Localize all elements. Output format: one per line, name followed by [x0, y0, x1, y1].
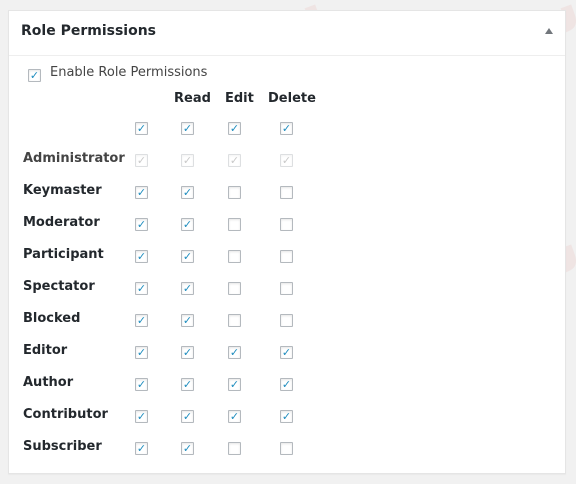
role-delete-checkbox[interactable]: ✓ — [280, 378, 293, 391]
checkmark-icon: ✓ — [281, 378, 292, 391]
checkmark-icon: ✓ — [136, 442, 147, 455]
checkmark-icon: ✓ — [182, 122, 193, 135]
checkmark-icon: ✓ — [182, 282, 193, 295]
role-label: Participant — [23, 247, 104, 262]
role-label: Administrator — [23, 151, 125, 166]
role-label: Author — [23, 375, 74, 390]
role-delete-checkbox[interactable] — [280, 186, 293, 199]
checkmark-icon: ✓ — [229, 378, 240, 391]
checkmark-icon: ✓ — [229, 122, 240, 135]
role-label: Editor — [23, 343, 68, 358]
checkmark-icon: ✓ — [281, 346, 292, 359]
role-read-checkbox[interactable]: ✓ — [181, 186, 194, 199]
role-select-checkbox[interactable]: ✓ — [135, 442, 148, 455]
checkmark-icon: ✓ — [29, 69, 40, 82]
role-select-checkbox[interactable]: ✓ — [135, 378, 148, 391]
role-read-checkbox[interactable]: ✓ — [181, 378, 194, 391]
checkmark-icon: ✓ — [182, 410, 193, 423]
role-label: Blocked — [23, 311, 81, 326]
role-label: Moderator — [23, 215, 100, 230]
column-header-delete: Delete — [268, 91, 316, 106]
role-delete-checkbox[interactable] — [280, 218, 293, 231]
checkmark-icon: ✓ — [182, 154, 193, 167]
role-select-checkbox[interactable]: ✓ — [135, 186, 148, 199]
checkmark-icon: ✓ — [281, 154, 292, 167]
checkmark-icon: ✓ — [229, 154, 240, 167]
role-delete-checkbox[interactable]: ✓ — [280, 410, 293, 423]
role-delete-checkbox[interactable] — [280, 442, 293, 455]
checkmark-icon: ✓ — [229, 346, 240, 359]
role-label: Subscriber — [23, 439, 102, 454]
checkmark-icon: ✓ — [182, 314, 193, 327]
role-read-checkbox[interactable]: ✓ — [181, 410, 194, 423]
role-delete-checkbox[interactable] — [280, 250, 293, 263]
role-edit-checkbox[interactable] — [228, 218, 241, 231]
role-select-checkbox[interactable]: ✓ — [135, 250, 148, 263]
checkmark-icon: ✓ — [182, 250, 193, 263]
checkmark-icon: ✓ — [136, 346, 147, 359]
role-edit-checkbox[interactable] — [228, 186, 241, 199]
checkmark-icon: ✓ — [136, 250, 147, 263]
select-all-edit-checkbox[interactable]: ✓ — [228, 122, 241, 135]
role-permissions-metabox: Role Permissions ✓ Enable Role Permissio… — [8, 10, 566, 474]
role-edit-checkbox[interactable] — [228, 314, 241, 327]
role-edit-checkbox: ✓ — [228, 154, 241, 167]
checkmark-icon: ✓ — [136, 186, 147, 199]
role-select-checkbox[interactable]: ✓ — [135, 410, 148, 423]
checkmark-icon: ✓ — [182, 442, 193, 455]
role-read-checkbox[interactable]: ✓ — [181, 282, 194, 295]
checkmark-icon: ✓ — [182, 186, 193, 199]
role-delete-checkbox[interactable] — [280, 282, 293, 295]
collapse-toggle-icon[interactable] — [545, 28, 553, 34]
role-edit-checkbox[interactable]: ✓ — [228, 378, 241, 391]
metabox-header[interactable]: Role Permissions — [9, 11, 565, 56]
metabox-title: Role Permissions — [21, 23, 156, 39]
checkmark-icon: ✓ — [136, 282, 147, 295]
role-read-checkbox[interactable]: ✓ — [181, 314, 194, 327]
checkmark-icon: ✓ — [136, 410, 147, 423]
role-label: Contributor — [23, 407, 108, 422]
checkmark-icon: ✓ — [136, 378, 147, 391]
checkmark-icon: ✓ — [182, 346, 193, 359]
role-select-checkbox[interactable]: ✓ — [135, 314, 148, 327]
role-read-checkbox[interactable]: ✓ — [181, 346, 194, 359]
role-label: Spectator — [23, 279, 95, 294]
checkmark-icon: ✓ — [136, 314, 147, 327]
checkmark-icon: ✓ — [229, 410, 240, 423]
role-edit-checkbox[interactable] — [228, 442, 241, 455]
checkmark-icon: ✓ — [136, 154, 147, 167]
checkmark-icon: ✓ — [182, 378, 193, 391]
checkmark-icon: ✓ — [136, 122, 147, 135]
role-select-checkbox: ✓ — [135, 154, 148, 167]
role-read-checkbox[interactable]: ✓ — [181, 442, 194, 455]
checkmark-icon: ✓ — [182, 218, 193, 231]
role-read-checkbox[interactable]: ✓ — [181, 250, 194, 263]
role-select-checkbox[interactable]: ✓ — [135, 218, 148, 231]
role-edit-checkbox[interactable] — [228, 282, 241, 295]
role-label: Keymaster — [23, 183, 102, 198]
role-read-checkbox: ✓ — [181, 154, 194, 167]
role-edit-checkbox[interactable]: ✓ — [228, 346, 241, 359]
role-delete-checkbox: ✓ — [280, 154, 293, 167]
role-edit-checkbox[interactable]: ✓ — [228, 410, 241, 423]
enable-role-permissions-checkbox[interactable]: ✓ — [28, 69, 41, 82]
role-select-checkbox[interactable]: ✓ — [135, 282, 148, 295]
role-read-checkbox[interactable]: ✓ — [181, 218, 194, 231]
role-delete-checkbox[interactable]: ✓ — [280, 346, 293, 359]
column-header-edit: Edit — [225, 91, 254, 106]
role-select-checkbox[interactable]: ✓ — [135, 346, 148, 359]
checkmark-icon: ✓ — [281, 122, 292, 135]
role-delete-checkbox[interactable] — [280, 314, 293, 327]
select-all-delete-checkbox[interactable]: ✓ — [280, 122, 293, 135]
checkmark-icon: ✓ — [136, 218, 147, 231]
select-all-read-checkbox[interactable]: ✓ — [181, 122, 194, 135]
select-all-select-checkbox[interactable]: ✓ — [135, 122, 148, 135]
role-edit-checkbox[interactable] — [228, 250, 241, 263]
column-header-read: Read — [174, 91, 211, 106]
checkmark-icon: ✓ — [281, 410, 292, 423]
enable-role-permissions-label: Enable Role Permissions — [50, 65, 208, 80]
